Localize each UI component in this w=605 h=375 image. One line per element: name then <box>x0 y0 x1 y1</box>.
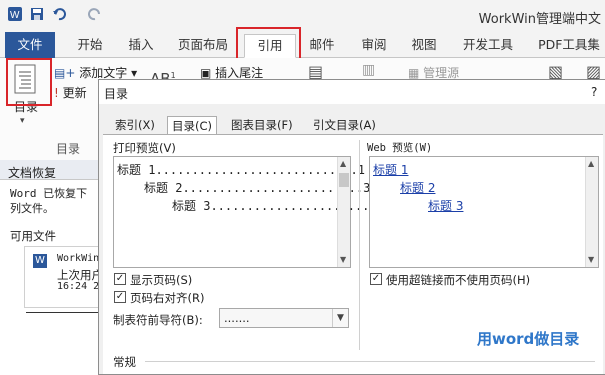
use-hyperlinks-label: 使用超链接而不使用页码(H) <box>386 273 531 287</box>
tab-page-layout[interactable]: 页面布局 <box>172 34 234 58</box>
dropdown-arrow-icon[interactable]: ▼ <box>332 309 348 327</box>
save-icon[interactable] <box>30 7 44 21</box>
tab-developer[interactable]: 开发工具 <box>456 34 520 58</box>
tab-view[interactable]: 视图 <box>404 34 444 58</box>
right-align-label: 页码右对齐(R) <box>130 291 205 305</box>
tab-leader-value: ....... <box>224 311 250 325</box>
tab-pdf-tools[interactable]: PDF工具集 <box>534 34 604 58</box>
word-app-icon: W <box>8 7 22 21</box>
update-table-button[interactable]: ! 更新 <box>54 84 87 101</box>
highlight-toc-button <box>6 58 52 106</box>
use-hyperlinks-checkbox[interactable]: ✓ <box>370 273 382 285</box>
update-icon: ! <box>54 86 59 100</box>
tab-table-of-authorities[interactable]: 引文目录(A) <box>309 116 380 134</box>
insert-caption-icon[interactable]: ▥ <box>362 62 375 78</box>
undo-icon[interactable] <box>52 7 66 21</box>
window-title: WorkWin管理端中文 <box>478 12 601 27</box>
toc-dialog: 目录 ? 索引(X) 目录(C) 图表目录(F) 引文目录(A) 打印预览(V)… <box>98 79 605 375</box>
general-section-label: 常规 <box>113 355 136 369</box>
tab-index[interactable]: 索引(X) <box>111 116 159 134</box>
add-text-icon: ▤+ <box>54 66 76 80</box>
web-toc-entry-2[interactable]: 标题 2 <box>400 179 435 196</box>
print-toc-entry-1: 标题 1............................1 <box>117 163 365 177</box>
dialog-title: 目录 <box>104 87 129 101</box>
toc-dropdown-arrow-icon[interactable]: ▾ <box>20 116 25 126</box>
quick-access-toolbar: W WorkWin管理端中文 <box>0 0 605 30</box>
web-preview-label: Web 预览(W) <box>367 142 433 154</box>
right-align-checkbox[interactable]: ✓ <box>114 291 126 303</box>
recovery-message: Word 已恢复下列文件。 <box>10 187 88 215</box>
word-file-icon: W <box>33 254 47 268</box>
web-preview-scrollbar[interactable]: ▲ ▼ <box>585 157 598 267</box>
available-files-label: 可用文件 <box>10 229 56 243</box>
help-button[interactable]: ? <box>591 85 597 99</box>
web-preview-box: 标题 1 标题 2 标题 3 ▲ ▼ <box>369 156 599 268</box>
print-preview-box: 标题 1............................1 标题 2..… <box>113 156 377 268</box>
svg-text:W: W <box>10 10 20 21</box>
tab-toc[interactable]: 目录(C) <box>167 116 218 134</box>
tab-mailings[interactable]: 邮件 <box>302 34 342 58</box>
show-page-numbers-checkbox[interactable]: ✓ <box>114 273 126 285</box>
tab-leader-select[interactable]: ....... ▼ <box>219 308 349 328</box>
recovered-file-item[interactable]: W WorkWin 上次用户 16:24 2 <box>24 246 103 308</box>
tab-file[interactable]: 文件 <box>5 32 55 58</box>
recovery-title: 文档恢复 <box>8 166 57 180</box>
dialog-title-bar: 目录 ? <box>99 80 605 104</box>
show-page-numbers-label: 显示页码(S) <box>130 273 193 287</box>
tab-home[interactable]: 开始 <box>68 34 112 58</box>
recovered-file-line3: 16:24 2 <box>57 281 100 292</box>
tab-insert[interactable]: 插入 <box>120 34 162 58</box>
print-preview-scrollbar[interactable]: ▲ ▼ <box>337 157 350 267</box>
web-toc-entry-3[interactable]: 标题 3 <box>428 197 463 214</box>
tab-review[interactable]: 审阅 <box>354 34 394 58</box>
watermark-caption: 用word做目录 <box>477 330 580 348</box>
web-toc-entry-1[interactable]: 标题 1 <box>373 161 408 178</box>
redo-icon[interactable] <box>88 7 102 21</box>
document-recovery-pane: 文档恢复 Word 已恢复下列文件。 可用文件 W WorkWin 上次用户 1… <box>0 160 103 375</box>
recovered-file-name: WorkWin <box>57 253 100 264</box>
print-preview-label: 打印预览(V) <box>113 141 176 155</box>
toc-group-label: 目录 <box>56 142 81 156</box>
tab-table-of-figures[interactable]: 图表目录(F) <box>227 116 297 134</box>
highlight-references-tab <box>236 27 301 61</box>
ribbon-tab-bar: 文件 开始 插入 页面布局 引用 邮件 审阅 视图 开发工具 PDF工具集 <box>0 30 605 58</box>
tab-leader-label: 制表符前导符(B): <box>113 313 203 327</box>
